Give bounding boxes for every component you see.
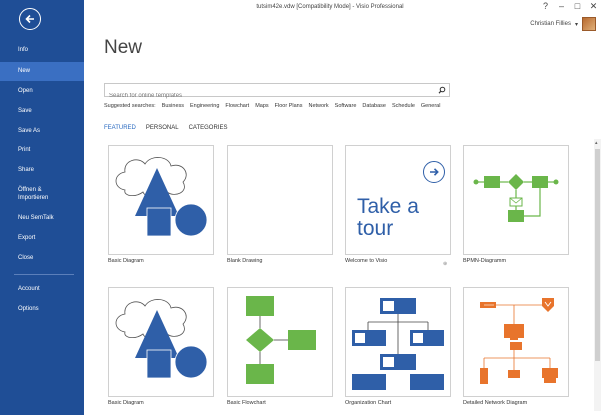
template-caption-organization-chart: Organization Chart [345,400,392,406]
sidebar-item-save-as[interactable]: Save As [0,122,84,141]
template-caption-welcome-to-visio: Welcome to Visio [345,258,388,264]
sidebar-item-oeffnen-importieren[interactable]: Öffnen & Importieren [0,183,70,205]
suggested-searches-label: Suggested searches: [104,103,156,109]
suggested-software[interactable]: Software [335,103,357,109]
chevron-down-icon: ▾ [574,21,578,28]
suggested-network[interactable]: Network [309,103,329,109]
template-detailed-network-diagram[interactable] [463,287,569,397]
arrow-right-circle-icon [423,161,445,183]
template-basic-diagram[interactable] [108,145,214,255]
suggested-searches: Suggested searches: Business Engineering… [104,103,440,109]
template-basic-diagram-2[interactable] [108,287,214,397]
template-caption-basic-flowchart: Basic Flowchart [227,400,266,406]
flowchart-thumbnail [246,296,316,384]
help-button[interactable]: ? [541,1,550,12]
suggested-business[interactable]: Business [162,103,184,109]
visio-backstage-new: Info New Open Save Save As Print Share Ö… [0,0,602,415]
basic-diagram-thumbnail [115,157,208,237]
scrollbar-thumb[interactable] [595,149,600,361]
tab-categories[interactable]: CATEGORIES [189,125,228,131]
sidebar-item-print[interactable]: Print [0,141,84,160]
suggested-engineering[interactable]: Engineering [190,103,219,109]
sidebar-item-account[interactable]: Account [0,280,84,299]
take-a-tour-text: Take a tour [357,196,419,240]
template-caption-basic-diagram: Basic Diagram [108,258,144,264]
tour-line-2: tour [357,217,394,240]
template-welcome-to-visio[interactable]: Take a tour [345,145,451,255]
tab-personal[interactable]: PERSONAL [146,125,179,131]
suggested-database[interactable]: Database [362,103,386,109]
basic-diagram-thumbnail [115,299,208,379]
suggested-maps[interactable]: Maps [255,103,268,109]
tour-line-1: Take a [357,195,419,218]
template-caption-basic-diagram-2: Basic Diagram [108,400,144,406]
window-controls: ? – □ ✕ [541,1,598,12]
close-button[interactable]: ✕ [589,1,598,12]
search-button[interactable] [437,85,447,95]
template-bpmn-diagramm[interactable] [463,145,569,255]
suggested-general[interactable]: General [421,103,441,109]
tab-featured[interactable]: FEATURED [104,125,136,131]
template-caption-blank-drawing: Blank Drawing [227,258,263,264]
sidebar-item-new[interactable]: New [0,62,84,81]
sidebar-item-neu-semtalk[interactable]: Neu SemTalk [0,209,84,228]
sidebar-item-open[interactable]: Open [0,82,84,101]
suggested-flowchart[interactable]: Flowchart [225,103,249,109]
suggested-schedule[interactable]: Schedule [392,103,415,109]
restore-button[interactable]: □ [573,1,582,12]
user-account[interactable]: Christian Fillies ▾ [530,17,596,31]
template-caption-detailed-network-diagram: Detailed Network Diagram [463,400,528,406]
search-input[interactable] [105,90,425,102]
template-blank-drawing[interactable] [227,145,333,255]
page-title: New [104,37,143,58]
window-title: tutsim42e.vdw [Compatibility Mode] - Vis… [256,4,404,10]
template-search-box [104,83,450,102]
backstage-sidebar: Info New Open Save Save As Print Share Ö… [0,0,84,415]
template-organization-chart[interactable] [345,287,451,397]
sidebar-divider [14,274,74,275]
org-chart-thumbnail [352,298,444,390]
sidebar-item-export[interactable]: Export [0,229,84,248]
avatar [582,17,596,31]
scroll-up-icon[interactable]: ▴ [595,140,598,146]
suggested-floor-plans[interactable]: Floor Plans [275,103,303,109]
back-button[interactable] [19,8,41,30]
search-icon [438,86,446,94]
sidebar-item-options[interactable]: Options [0,300,84,319]
template-basic-flowchart[interactable] [227,287,333,397]
bpmn-thumbnail [473,174,559,222]
template-caption-bpmn-diagramm: BPMN-Diagramm [463,258,507,264]
back-arrow-icon [25,14,34,24]
pin-icon[interactable]: ⊕ [443,261,447,267]
template-tabs: FEATURED PERSONAL CATEGORIES [104,125,227,131]
sidebar-item-save[interactable]: Save [0,102,84,121]
sidebar-item-info[interactable]: Info [0,41,84,60]
minimize-button[interactable]: – [557,1,566,12]
sidebar-item-close[interactable]: Close [0,249,84,268]
network-thumbnail [480,298,558,384]
sidebar-item-share[interactable]: Share [0,161,84,180]
user-name: Christian Fillies [530,21,571,27]
vertical-scrollbar[interactable]: ▴ [594,139,601,411]
